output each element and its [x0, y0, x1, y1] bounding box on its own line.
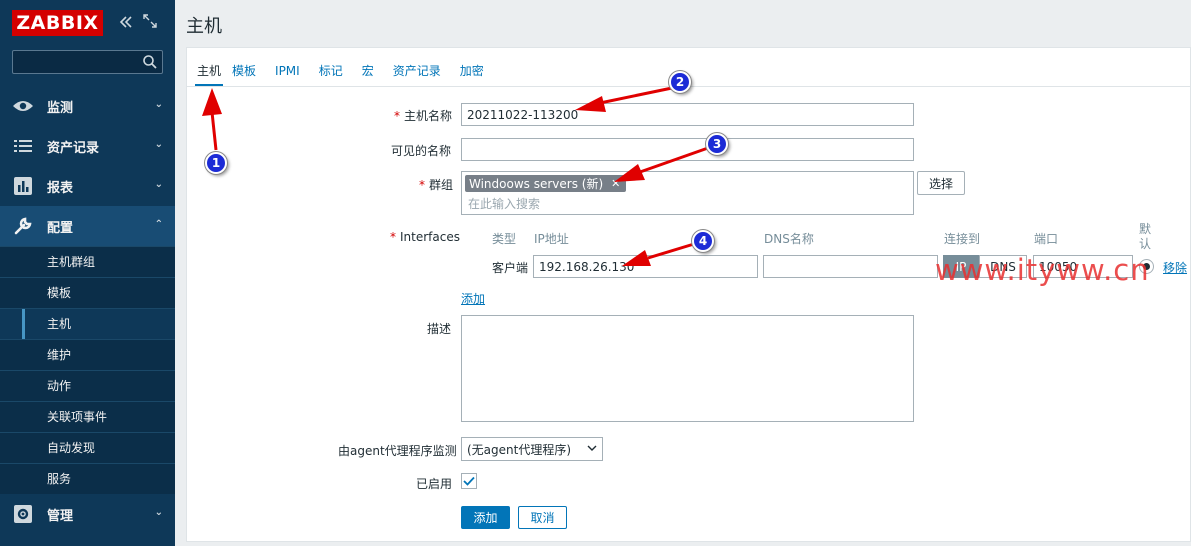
tab-host[interactable]: 主机	[195, 60, 224, 87]
menu-item-monitoring[interactable]: 监测 ⌄	[0, 86, 175, 126]
select-groups-button[interactable]: 选择	[917, 171, 965, 195]
col-ip: IP地址	[534, 232, 569, 246]
chevron-down-icon: ⌄	[154, 139, 163, 150]
sidebar-search-input[interactable]	[12, 50, 163, 74]
kiosk-mode-icon[interactable]	[143, 14, 157, 28]
chevron-down-icon	[587, 442, 597, 457]
menu-item-label: 资产记录	[47, 140, 100, 156]
menu-item-label: 监测	[47, 100, 74, 116]
submenu-event-correlation[interactable]: 关联项事件	[0, 401, 175, 432]
host-name-input[interactable]: 20211022-113200	[461, 103, 914, 126]
sidebar: ZABBIX 监测 ⌄ 资产记录 ⌄ 报表 ⌄ 配置 ⌃ 主机群组 模板 主机 …	[0, 0, 175, 546]
description-textarea[interactable]	[461, 315, 914, 422]
bar-chart-icon	[12, 176, 34, 196]
menu-item-configuration[interactable]: 配置 ⌃	[0, 206, 175, 246]
menu-item-reports[interactable]: 报表 ⌄	[0, 166, 175, 206]
tab-tags[interactable]: 标记	[319, 60, 353, 87]
wrench-icon	[12, 216, 34, 236]
tab-ipmi[interactable]: IPMI	[275, 60, 310, 87]
gear-icon	[12, 504, 34, 524]
submenu-actions[interactable]: 动作	[0, 370, 175, 401]
remove-interface-link[interactable]: 移除	[1163, 259, 1187, 276]
eye-icon	[12, 96, 34, 116]
close-icon[interactable]: ✕	[611, 177, 620, 190]
list-icon	[12, 136, 34, 156]
tab-encryption[interactable]: 加密	[460, 60, 494, 87]
menu-item-label: 配置	[47, 220, 74, 236]
col-type: 类型	[492, 232, 517, 246]
groups-label: * 群组	[419, 178, 454, 192]
annotation-marker-4: 4	[692, 230, 714, 252]
menu-item-label: 管理	[47, 508, 74, 524]
annotation-marker-1: 1	[205, 152, 227, 174]
annotation-marker-2: 2	[669, 71, 691, 93]
tab-bar: 主机 模板 IPMI 标记 宏 资产记录 加密	[195, 60, 503, 87]
submenu-maintenance[interactable]: 维护	[0, 339, 175, 370]
add-button[interactable]: 添加	[461, 506, 510, 529]
interface-dns-input[interactable]	[763, 255, 938, 278]
add-interface-link[interactable]: 添加	[461, 290, 485, 307]
interface-ip-input[interactable]: 192.168.26.130	[533, 255, 758, 278]
col-connect: 连接到	[944, 232, 981, 246]
visible-name-label: 可见的名称	[391, 144, 452, 158]
groups-search-placeholder[interactable]: 在此输入搜索	[468, 195, 540, 212]
tab-templates[interactable]: 模板	[232, 60, 266, 87]
group-chip[interactable]: Windoows servers (新) ✕	[465, 175, 627, 192]
search-icon[interactable]	[142, 54, 158, 70]
interfaces-label: * Interfaces	[390, 230, 460, 244]
proxy-select[interactable]: (无agent代理程序)	[461, 437, 603, 461]
collapse-sidebar-icon[interactable]	[118, 14, 134, 30]
description-label: 描述	[427, 322, 452, 336]
chevron-down-icon: ⌄	[154, 179, 163, 190]
col-port: 端口	[1034, 232, 1059, 246]
submenu-hosts[interactable]: 主机	[0, 308, 175, 340]
menu-item-administration[interactable]: 管理 ⌄	[0, 494, 175, 534]
annotation-marker-3: 3	[706, 133, 728, 155]
tab-macros[interactable]: 宏	[362, 60, 384, 87]
chevron-down-icon: ⌄	[154, 99, 163, 110]
proxy-label: 由agent代理程序监测	[338, 444, 457, 458]
visible-name-input[interactable]	[461, 138, 914, 161]
menu-item-label: 报表	[47, 180, 74, 196]
host-name-label: * 主机名称	[394, 109, 453, 123]
cancel-button[interactable]: 取消	[518, 506, 567, 529]
interface-type: 客户端	[492, 261, 529, 275]
zabbix-logo[interactable]: ZABBIX	[12, 10, 103, 36]
enabled-label: 已启用	[416, 477, 453, 491]
menu-item-inventory[interactable]: 资产记录 ⌄	[0, 126, 175, 166]
main-menu: 监测 ⌄ 资产记录 ⌄ 报表 ⌄ 配置 ⌃ 主机群组 模板 主机 维护 动作 关…	[0, 86, 175, 534]
chevron-up-icon: ⌃	[154, 219, 163, 230]
submenu-templates[interactable]: 模板	[0, 277, 175, 308]
checkmark-icon	[463, 476, 475, 486]
submenu-services[interactable]: 服务	[0, 463, 175, 494]
configuration-submenu: 主机群组 模板 主机 维护 动作 关联项事件 自动发现 服务	[0, 246, 175, 494]
page-title: 主机	[186, 16, 222, 37]
tab-inventory[interactable]: 资产记录	[393, 60, 451, 87]
submenu-discovery[interactable]: 自动发现	[0, 432, 175, 463]
watermark-text: www.ityww.cn	[935, 253, 1150, 287]
enabled-checkbox[interactable]	[461, 473, 477, 489]
submenu-host-groups[interactable]: 主机群组	[0, 246, 175, 277]
chevron-down-icon: ⌄	[154, 507, 163, 518]
col-dns: DNS名称	[764, 232, 814, 246]
col-default: 默认	[1139, 222, 1152, 251]
